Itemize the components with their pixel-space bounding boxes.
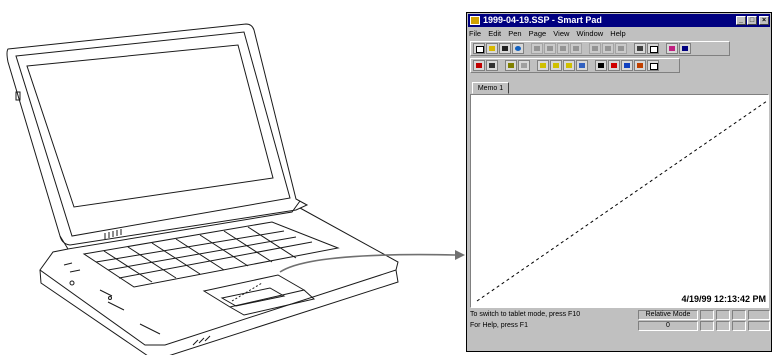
smart-pad-window: 1999-04-19.SSP - Smart Pad _ □ × File Ed… — [466, 12, 772, 352]
mode-indicator: Relative Mode — [638, 310, 698, 320]
pen-toolbar — [470, 58, 680, 73]
minimize-button[interactable]: _ — [736, 16, 746, 25]
pointer-arrowhead — [455, 250, 465, 260]
status-hint-tablet: To switch to tablet mode, press F10 — [470, 311, 581, 318]
title-bar[interactable]: 1999-04-19.SSP - Smart Pad _ □ × — [468, 14, 770, 27]
ink-stroke — [476, 100, 768, 302]
open-icon[interactable] — [486, 43, 498, 54]
status-pane — [732, 310, 746, 320]
resize-grip[interactable] — [748, 321, 770, 331]
print-preview-icon[interactable] — [647, 43, 659, 54]
close-button[interactable]: × — [759, 16, 769, 25]
status-pane — [732, 321, 746, 331]
status-bar-top: To switch to tablet mode, press F10 Rela… — [468, 310, 770, 320]
black-pen-icon[interactable] — [595, 60, 607, 71]
timestamp-label: 4/19/99 12:13:42 PM — [681, 294, 766, 304]
menu-file[interactable]: File — [469, 29, 481, 38]
status-pane — [716, 310, 730, 320]
erase-tool-icon[interactable] — [647, 60, 659, 71]
context-help-icon[interactable] — [679, 43, 691, 54]
maximize-button[interactable]: □ — [747, 16, 757, 25]
touchpad-stroke — [231, 282, 263, 302]
standard-toolbar — [470, 41, 730, 56]
menu-bar: File Edit Pen Page View Window Help — [469, 28, 631, 39]
figure: 1999-04-19.SSP - Smart Pad _ □ × File Ed… — [0, 0, 775, 355]
status-pane — [748, 310, 770, 320]
menu-help[interactable]: Help — [610, 29, 625, 38]
select-pen-icon[interactable] — [473, 60, 485, 71]
status-pane — [700, 321, 714, 331]
globe-icon[interactable] — [512, 43, 524, 54]
delete-page-icon[interactable] — [602, 43, 614, 54]
menu-pen[interactable]: Pen — [508, 29, 521, 38]
red-pen-icon[interactable] — [608, 60, 620, 71]
insert-page-icon[interactable] — [589, 43, 601, 54]
paste-special-icon[interactable] — [570, 43, 582, 54]
copy-icon[interactable] — [544, 43, 556, 54]
cut-icon[interactable] — [531, 43, 543, 54]
count-indicator: 0 — [638, 321, 698, 331]
print-icon[interactable] — [634, 43, 646, 54]
save-icon[interactable] — [499, 43, 511, 54]
marker-icon[interactable] — [505, 60, 517, 71]
status-bar-bottom: For Help, press F1 0 — [468, 321, 770, 331]
app-icon[interactable] — [470, 16, 480, 25]
eraser-icon[interactable] — [666, 43, 678, 54]
drawing-canvas[interactable]: 4/19/99 12:13:42 PM — [470, 94, 769, 308]
new-icon[interactable] — [473, 43, 485, 54]
status-hint-help: For Help, press F1 — [470, 322, 528, 329]
ink-layer — [476, 100, 768, 302]
window-title: 1999-04-19.SSP - Smart Pad — [483, 15, 602, 25]
pointer-arrow-line — [279, 253, 456, 273]
pen-thick-icon[interactable] — [563, 60, 575, 71]
status-pane — [700, 310, 714, 320]
pen-color-icon[interactable] — [576, 60, 588, 71]
paste-icon[interactable] — [557, 43, 569, 54]
menu-view[interactable]: View — [553, 29, 569, 38]
clear-page-icon[interactable] — [615, 43, 627, 54]
status-pane — [716, 321, 730, 331]
menu-window[interactable]: Window — [577, 29, 604, 38]
menu-edit[interactable]: Edit — [488, 29, 501, 38]
laptop-illustration — [6, 23, 465, 355]
pen-thin-icon[interactable] — [537, 60, 549, 71]
blue-pen-icon[interactable] — [621, 60, 633, 71]
highlighter-icon[interactable] — [518, 60, 530, 71]
laptop-screen — [26, 44, 274, 208]
menu-page[interactable]: Page — [529, 29, 547, 38]
laptop-deck — [39, 207, 399, 346]
color-palette-icon[interactable] — [634, 60, 646, 71]
pen-medium-icon[interactable] — [550, 60, 562, 71]
pen-tool-icon[interactable] — [486, 60, 498, 71]
tab-memo-1[interactable]: Memo 1 — [472, 82, 509, 94]
